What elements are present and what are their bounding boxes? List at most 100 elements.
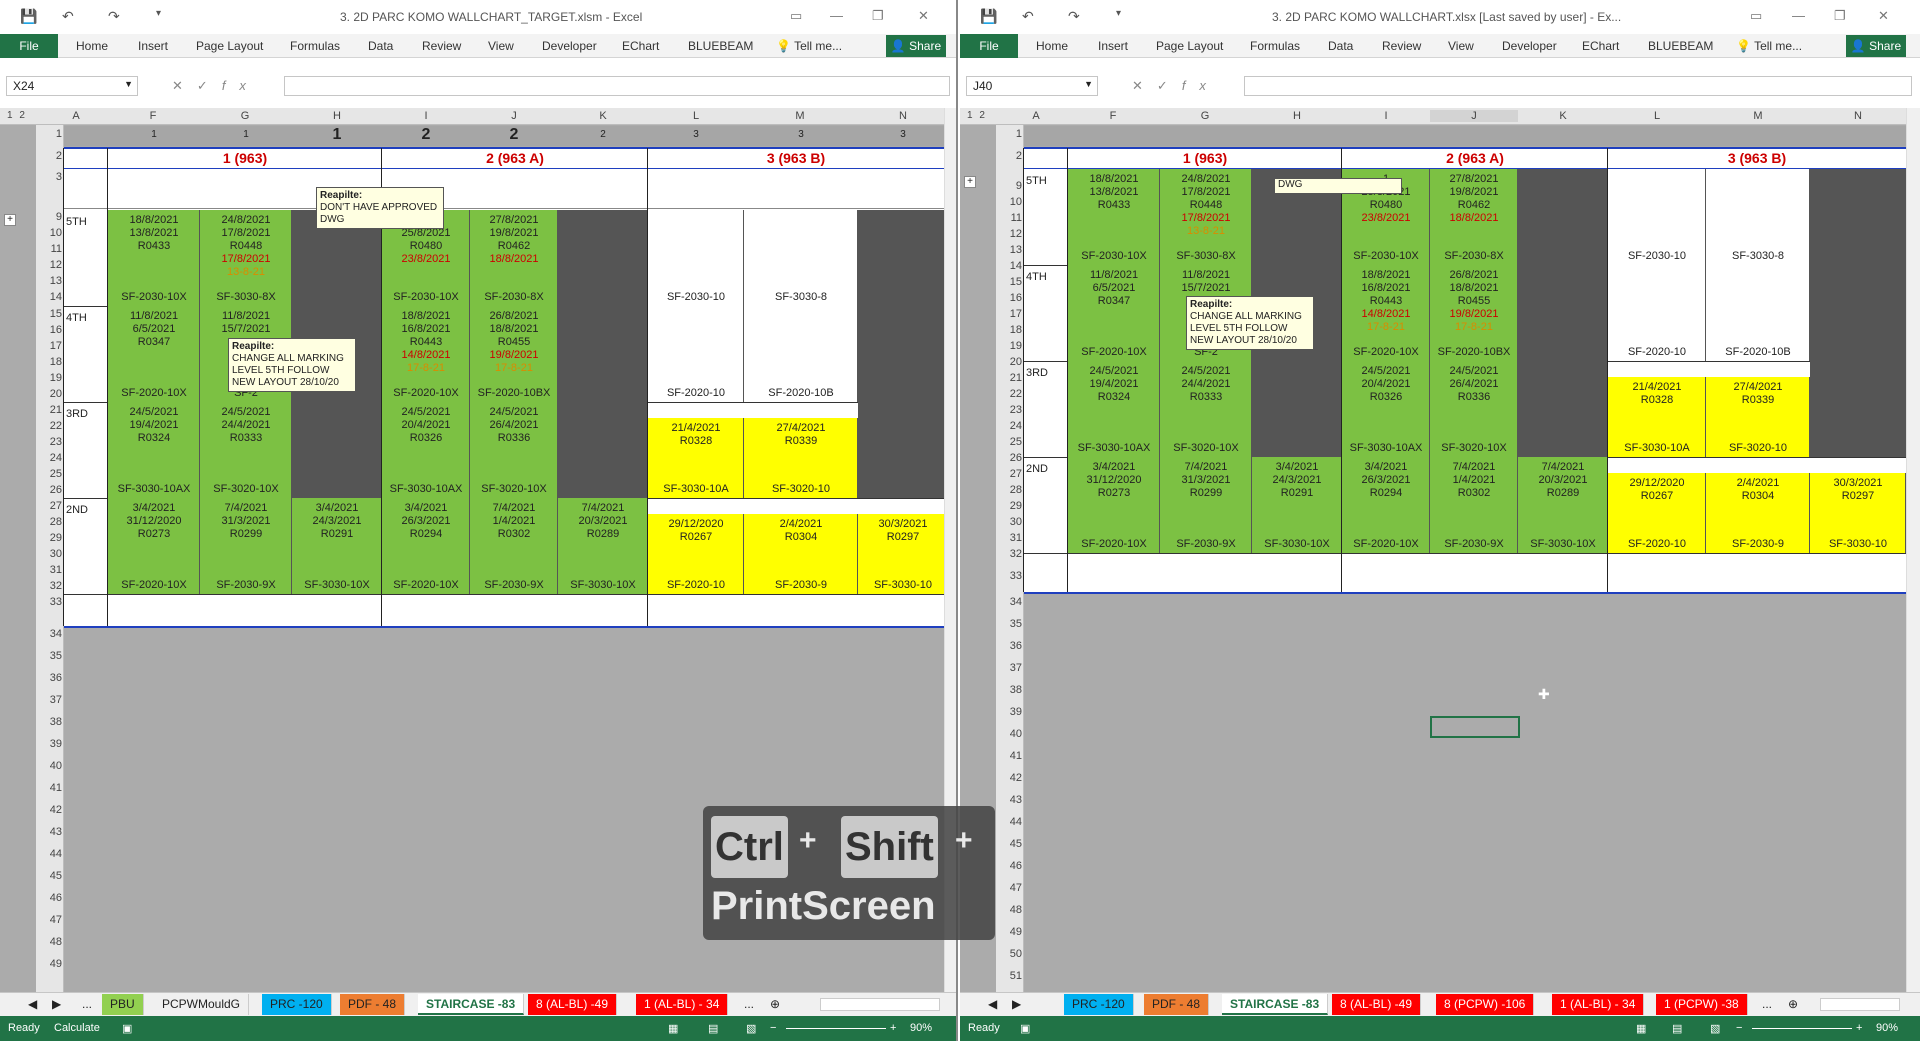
schedule-cell[interactable] [858,306,948,402]
column-header[interactable]: A [64,110,88,122]
column-header[interactable]: M [1706,110,1810,122]
tab-formulas[interactable]: Formulas [1250,39,1300,53]
schedule-cell[interactable]: 29/12/2020 R0267 SF-2020-10 [1608,473,1706,553]
name-box[interactable]: J40 ▼ [966,76,1098,96]
add-sheet-icon[interactable]: ⊕ [762,994,788,1015]
row-number[interactable]: 49 [998,924,1022,940]
row-number[interactable]: 48 [38,934,62,950]
row-number[interactable]: 18 [38,354,62,370]
sheet-tab-prc[interactable]: PRC -120 [262,994,332,1015]
row-number[interactable]: 22 [38,418,62,434]
row-number[interactable]: 28 [38,514,62,530]
schedule-cell[interactable]: SF-2020-10 [648,306,744,402]
undo-icon[interactable]: ↶ [1022,8,1034,25]
sheet-tab-pdf[interactable]: PDF - 48 [340,994,406,1015]
scroll-left-icon[interactable]: ◀ [980,994,1005,1015]
row-number[interactable]: 2 [38,148,62,164]
share-button[interactable]: 👤 Share [886,35,946,57]
normal-view-icon[interactable]: ▦ [668,1022,678,1035]
schedule-cell[interactable]: 24/5/2021 20/4/2021 R0326 SF-3030-10AX [382,402,470,498]
schedule-cell[interactable] [1518,169,1608,265]
more-tabs-right[interactable]: ... [736,994,762,1015]
row-number[interactable]: 9 [998,178,1022,194]
column-header[interactable]: L [1608,110,1706,122]
schedule-cell[interactable]: 24/5/2021 26/4/2021 R0336 SF-3020-10X [470,402,558,498]
tab-bluebeam[interactable]: BLUEBEAM [688,39,753,53]
schedule-cell[interactable]: 2/4/2021 R0304 SF-2030-9 [744,514,858,594]
row-number[interactable]: 44 [38,846,62,862]
formula-input[interactable] [1244,76,1912,96]
name-box[interactable]: X24 ▼ [6,76,138,96]
row-number[interactable]: 12 [38,257,62,273]
row-number[interactable]: 21 [998,370,1022,386]
schedule-cell[interactable] [858,402,948,498]
schedule-cell[interactable]: 7/4/2021 20/3/2021 R0289 SF-3030-10X [1518,457,1608,553]
row-number[interactable]: 46 [38,890,62,906]
row-number[interactable]: 20 [38,386,62,402]
normal-view-icon[interactable]: ▦ [1636,1022,1646,1035]
row-number[interactable]: 13 [38,273,62,289]
schedule-cell[interactable]: SF-2030-10 [648,210,744,306]
sheet-tab-staircase[interactable]: STAIRCASE -83 [1222,994,1329,1015]
sheet-tab-1-al-bl[interactable]: 1 (AL-BL) - 34 [636,994,729,1015]
column-header[interactable]: N [1810,110,1906,122]
row-number[interactable]: 47 [998,880,1022,896]
row-number[interactable]: 11 [38,241,62,257]
tab-page-layout[interactable]: Page Layout [1156,39,1223,53]
cancel-icon[interactable]: ✕ [172,78,197,93]
enter-icon[interactable]: ✓ [1157,78,1182,93]
row-number[interactable]: 37 [38,692,62,708]
macro-record-icon[interactable]: ▣ [1020,1022,1030,1035]
row-number[interactable]: 31 [998,530,1022,546]
sheet-tab-pbu[interactable]: PBU [102,994,144,1015]
schedule-cell[interactable]: SF-3030-8 [1706,169,1810,265]
row-number[interactable]: 27 [998,466,1022,482]
fx-icon[interactable]: fx [1182,78,1220,93]
vertical-scrollbar[interactable] [1906,108,1920,992]
row-number[interactable]: 10 [998,194,1022,210]
row-number[interactable]: 40 [998,726,1022,742]
row-number[interactable]: 19 [998,338,1022,354]
row-number[interactable]: 23 [38,434,62,450]
schedule-cell[interactable]: 11/8/2021 6/5/2021 R0347 SF-2020-10X [1068,265,1160,361]
column-header[interactable]: H [1252,110,1342,122]
schedule-cell[interactable]: 18/8/2021 13/8/2021 R0433 SF-2030-10X [1068,169,1160,265]
schedule-cell[interactable]: 11/8/2021 6/5/2021 R0347 SF-2020-10X [108,306,200,402]
tab-echart[interactable]: EChart [1582,39,1619,53]
page-layout-view-icon[interactable]: ▤ [708,1022,718,1035]
schedule-cell[interactable]: SF-2020-10B [744,306,858,402]
scroll-left-icon[interactable]: ◀ [20,994,45,1015]
sheet-tab-staircase[interactable]: STAIRCASE -83 [418,994,525,1015]
zoom-level[interactable]: 90% [1876,1022,1898,1034]
schedule-cell[interactable]: 18/8/2021 16/8/2021 R0443 14/8/2021 17-8-21 S… [1342,265,1430,361]
sheet-tab-8-al-bl[interactable]: 8 (AL-BL) -49 [1332,994,1422,1015]
row-number[interactable]: 39 [998,704,1022,720]
schedule-cell[interactable]: SF-2020-10 [1608,265,1706,361]
ribbon-display-icon[interactable]: ▭ [790,8,802,24]
cancel-icon[interactable]: ✕ [1132,78,1157,93]
undo-icon[interactable]: ↶ [62,8,74,25]
row-number[interactable]: 51 [998,968,1022,984]
close-icon[interactable]: ✕ [918,8,929,24]
schedule-cell[interactable]: 26/8/2021 18/8/2021 R0455 19/8/2021 17-8-21 S… [470,306,558,402]
tab-view[interactable]: View [488,39,514,53]
row-number[interactable]: 43 [998,792,1022,808]
row-number[interactable]: 24 [38,450,62,466]
row-number[interactable]: 38 [998,682,1022,698]
row-number[interactable]: 17 [38,338,62,354]
row-number[interactable]: 39 [38,736,62,752]
tab-developer[interactable]: Developer [1502,39,1557,53]
row-number[interactable]: 32 [998,546,1022,562]
row-number[interactable]: 15 [998,274,1022,290]
column-header[interactable]: A [1024,110,1048,122]
schedule-cell[interactable]: 24/5/2021 24/4/2021 R0333 SF-3020-10X [1160,361,1252,457]
comment-note[interactable]: Reapilte: DON'T HAVE APPROVED DWG [316,187,444,229]
schedule-cell[interactable] [1810,361,1906,457]
file-tab[interactable]: File [960,34,1018,58]
zoom-out-icon[interactable]: − [770,1022,776,1034]
add-sheet-icon[interactable]: ⊕ [1780,994,1806,1015]
row-number[interactable]: 21 [38,402,62,418]
row-number[interactable]: 15 [38,306,62,322]
column-header[interactable]: J [470,110,558,122]
row-number[interactable]: 30 [38,546,62,562]
